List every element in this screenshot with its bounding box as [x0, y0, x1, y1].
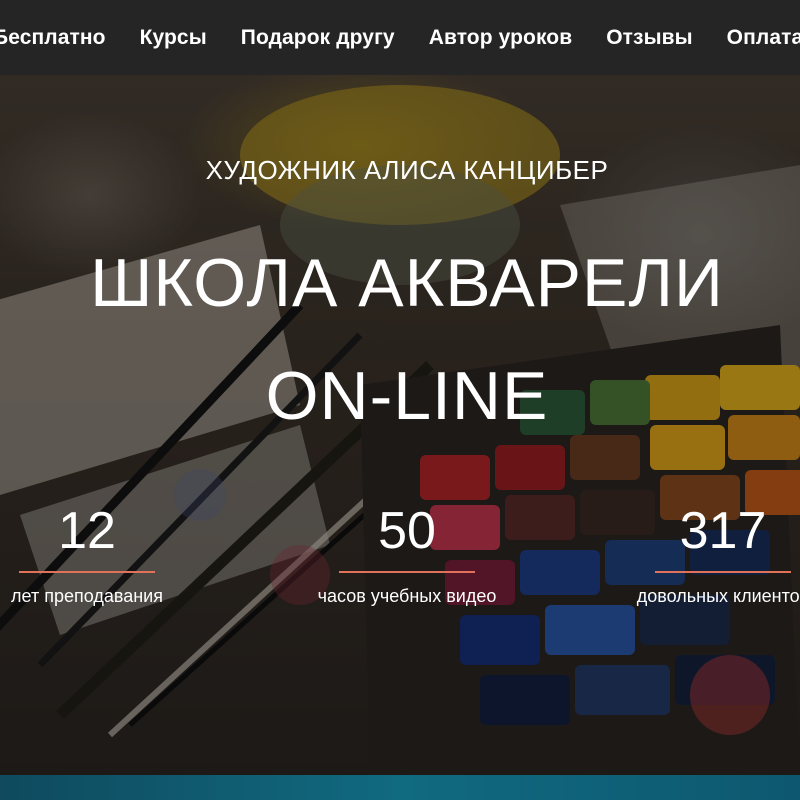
stat-label: довольных клиентов [636, 586, 800, 606]
stat-underline [19, 571, 155, 573]
stat-years: 12 лет преподавания [0, 505, 207, 607]
stat-label: часов учебных видео [317, 586, 497, 606]
stat-number: 317 [679, 502, 767, 560]
nav-item-reviews[interactable]: Отзывы [606, 26, 692, 50]
stat-label: лет преподавания [11, 586, 163, 606]
nav-item-payment[interactable]: Оплата [727, 26, 800, 50]
stat-hours: 50 часов учебных видео [287, 505, 527, 607]
hero-title-line-1: ШКОЛА АКВАРЕЛИ [90, 245, 724, 321]
stat-underline [339, 571, 475, 573]
stat-number: 50 [378, 502, 436, 560]
hero-title-line-2: ON-LINE [265, 358, 549, 434]
hero-subtitle: ХУДОЖНИК АЛИСА КАНЦИБЕР [205, 155, 609, 185]
nav-item-free[interactable]: Бесплатно [0, 26, 106, 50]
nav-item-courses[interactable]: Курсы [140, 26, 207, 50]
hero-section: ХУДОЖНИК АЛИСА КАНЦИБЕР ШКОЛА АКВАРЕЛИ O… [0, 75, 800, 775]
stat-clients: 317 довольных клиентов [603, 505, 800, 607]
nav-menu: Бесплатно Курсы Подарок другу Автор урок… [0, 0, 800, 75]
nav-item-gift[interactable]: Подарок другу [241, 26, 395, 50]
stat-number: 12 [58, 502, 116, 560]
next-section-strip [0, 775, 800, 800]
nav-item-author[interactable]: Автор уроков [429, 26, 573, 50]
stat-underline [655, 571, 791, 573]
top-navigation: Бесплатно Курсы Подарок другу Автор урок… [0, 0, 800, 75]
